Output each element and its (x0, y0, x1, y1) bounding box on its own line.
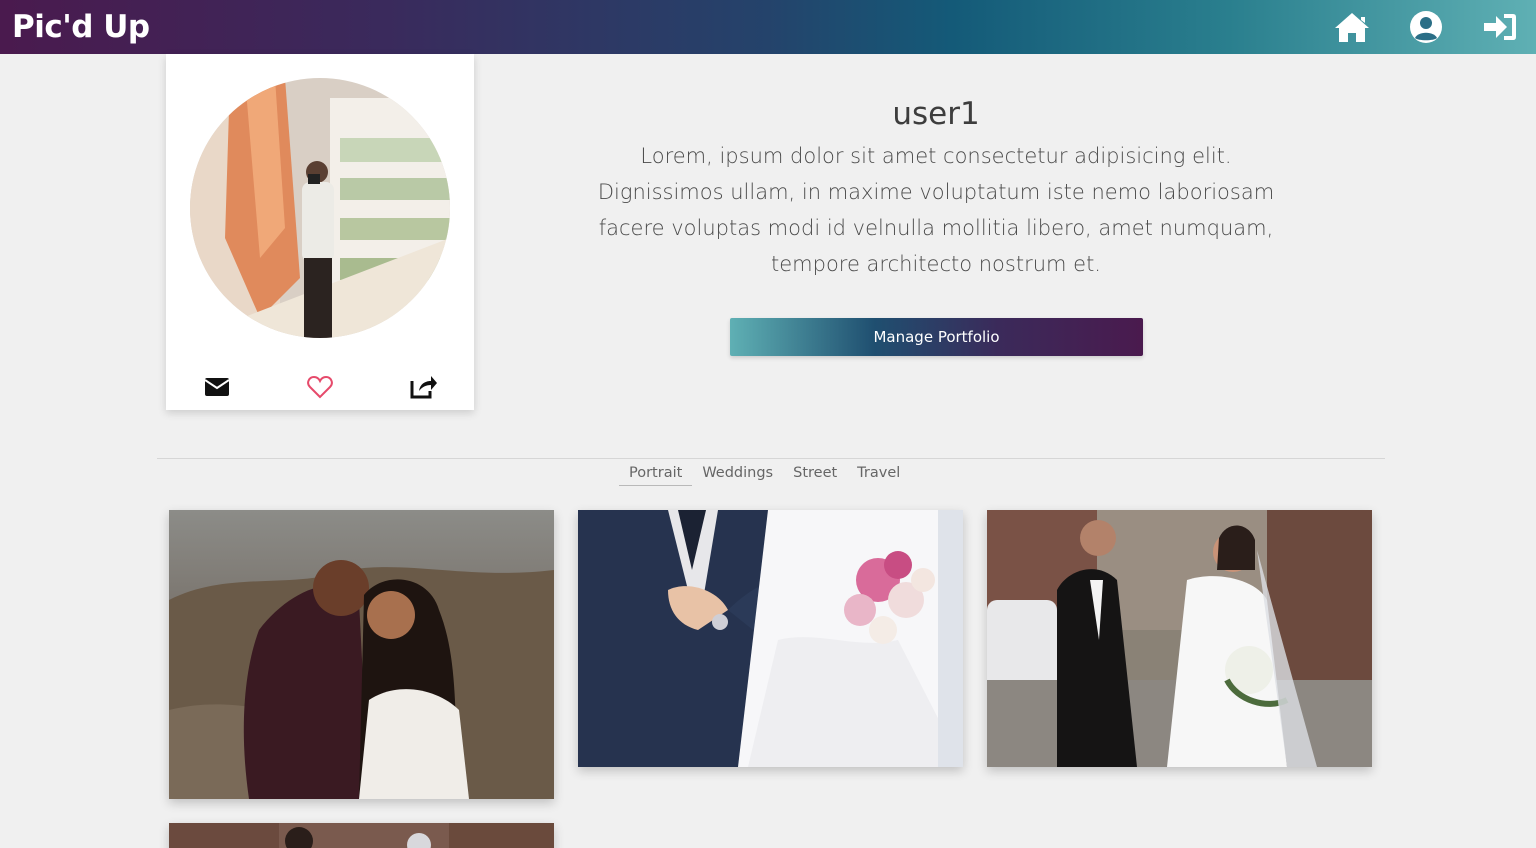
wedding-walk-photo[interactable] (987, 510, 1372, 767)
manage-portfolio-button[interactable]: Manage Portfolio (730, 318, 1143, 356)
category-tabs: Portrait Weddings Street Travel (619, 464, 910, 486)
user-circle-icon[interactable] (1406, 7, 1446, 47)
wedding-couple-photo[interactable] (169, 510, 554, 799)
bio-text: Lorem, ipsum dolor sit amet consectetur … (580, 138, 1292, 282)
section-divider (157, 458, 1385, 459)
nav-icons (1332, 7, 1520, 47)
profile-bio: user1 Lorem, ipsum dolor sit amet consec… (580, 96, 1292, 282)
bio-line: facere voluptas modi id velnulla molliti… (598, 216, 1274, 240)
share-icon[interactable] (406, 370, 440, 404)
heart-icon[interactable] (303, 370, 337, 404)
sign-in-icon[interactable] (1480, 7, 1520, 47)
tab-travel[interactable]: Travel (847, 464, 910, 486)
wedding-photo-partial[interactable] (169, 823, 554, 848)
username: user1 (892, 96, 980, 132)
profile-actions (166, 370, 474, 406)
profile-avatar[interactable] (190, 78, 450, 338)
bio-line: Lorem, ipsum dolor sit amet consectetur … (640, 144, 1232, 168)
brand-logo[interactable]: Pic'd Up (12, 9, 150, 45)
envelope-icon[interactable] (200, 370, 234, 404)
home-icon[interactable] (1332, 7, 1372, 47)
tab-portrait[interactable]: Portrait (619, 464, 693, 486)
profile-card (166, 54, 474, 410)
tab-street[interactable]: Street (783, 464, 847, 486)
bio-line: tempore architecto nostrum et. (771, 252, 1101, 276)
tab-weddings[interactable]: Weddings (692, 464, 783, 486)
top-navbar: Pic'd Up (0, 0, 1536, 54)
wedding-bouquet-photo[interactable] (578, 510, 963, 767)
bio-line: Dignissimos ullam, in maxime voluptatum … (597, 180, 1275, 204)
